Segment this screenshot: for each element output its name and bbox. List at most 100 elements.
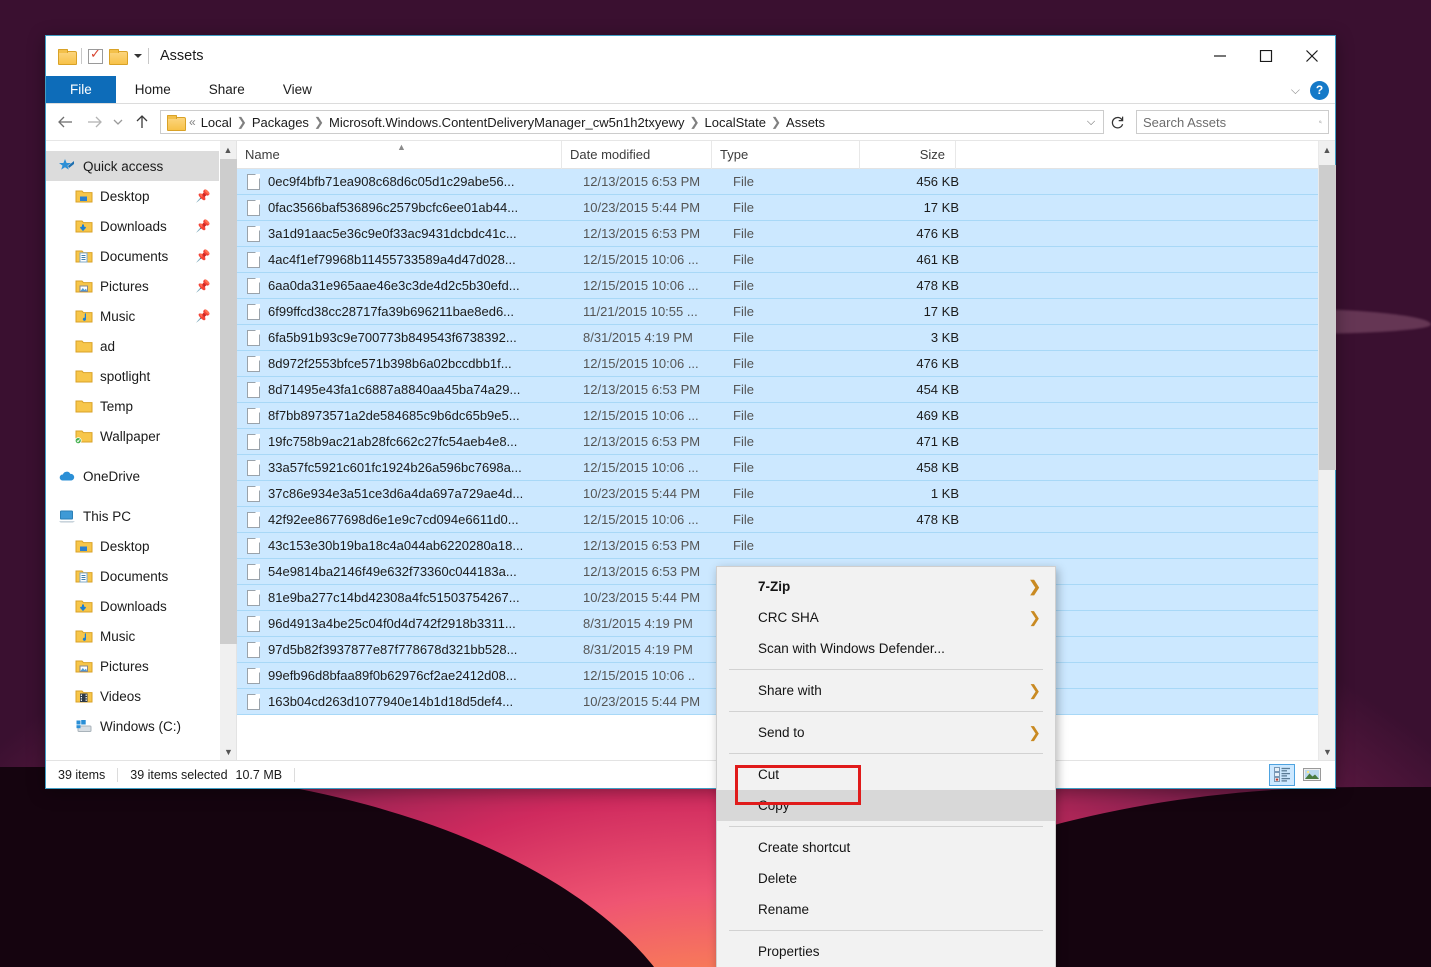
tab-share[interactable]: Share [190, 76, 264, 103]
table-row[interactable]: 43c153e30b19ba18c4a044ab6220280a18...12/… [237, 532, 1318, 559]
table-row[interactable]: 42f92ee8677698d6e1e9c7cd094e6611d0...12/… [237, 506, 1318, 533]
breadcrumb-item-assets[interactable]: Assets [782, 115, 829, 130]
breadcrumb-item-localstate[interactable]: LocalState [701, 115, 770, 130]
table-row[interactable]: 33a57fc5921c601fc1924b26a596bc7698a...12… [237, 454, 1318, 481]
sidebar-item-downloads[interactable]: Downloads 📌 [46, 211, 219, 241]
menu-item-rename[interactable]: Rename [717, 894, 1055, 925]
help-icon[interactable]: ? [1310, 81, 1329, 100]
breadcrumb-separator[interactable]: ❯ [770, 115, 782, 129]
sidebar-item-this-pc[interactable]: This PC [46, 501, 219, 531]
menu-item-scan-with-windows-defender[interactable]: Scan with Windows Defender... [717, 633, 1055, 664]
scroll-up-icon[interactable]: ▲ [220, 141, 236, 158]
search-box[interactable] [1136, 110, 1329, 134]
column-header-size[interactable]: Size [860, 141, 956, 169]
scroll-down-icon[interactable]: ▼ [1319, 743, 1336, 760]
breadcrumb-bar[interactable]: « Local ❯ Packages ❯ Microsoft.Windows.C… [160, 110, 1104, 134]
forward-arrow-icon[interactable] [80, 108, 108, 136]
scrollbar-thumb[interactable] [1319, 165, 1336, 470]
folder-icon[interactable] [58, 49, 75, 63]
breadcrumb-item-packages[interactable]: Packages [248, 115, 313, 130]
sidebar-item-pc-videos[interactable]: Videos [46, 681, 219, 711]
sidebar-item-temp[interactable]: Temp [46, 391, 219, 421]
recent-locations-icon[interactable] [108, 108, 128, 136]
breadcrumb-overflow-icon[interactable]: « [188, 115, 197, 129]
back-arrow-icon[interactable] [52, 108, 80, 136]
sidebar-item-ad[interactable]: ad [46, 331, 219, 361]
up-arrow-icon[interactable] [128, 108, 156, 136]
table-row[interactable]: 4ac4f1ef79968b11455733589a4d47d028...12/… [237, 246, 1318, 273]
sidebar-item-pc-downloads[interactable]: Downloads [46, 591, 219, 621]
details-view-button[interactable] [1269, 764, 1295, 786]
pin-icon[interactable]: 📌 [195, 189, 211, 203]
breadcrumb-item-local[interactable]: Local [197, 115, 236, 130]
table-row[interactable]: 19fc758b9ac21ab28fc662c27fc54aeb4e8...12… [237, 428, 1318, 455]
scrollbar-thumb[interactable] [220, 159, 237, 644]
tab-view[interactable]: View [264, 76, 331, 103]
sidebar-item-documents[interactable]: Documents 📌 [46, 241, 219, 271]
pin-icon[interactable]: 📌 [195, 249, 211, 263]
sidebar-item-spotlight[interactable]: spotlight [46, 361, 219, 391]
sidebar-item-pc-music[interactable]: Music [46, 621, 219, 651]
pin-icon[interactable]: 📌 [195, 279, 211, 293]
breadcrumb-separator[interactable]: ❯ [236, 115, 248, 129]
maximize-button[interactable] [1243, 36, 1289, 76]
table-row[interactable]: 37c86e934e3a51ce3d6a4da697a729ae4d...10/… [237, 480, 1318, 507]
sidebar-item-pictures[interactable]: Pictures 📌 [46, 271, 219, 301]
breadcrumb-item-package[interactable]: Microsoft.Windows.ContentDeliveryManager… [325, 115, 688, 130]
table-row[interactable]: 8d71495e43fa1c6887a8840aa45ba74a29...12/… [237, 376, 1318, 403]
scroll-up-icon[interactable]: ▲ [1319, 141, 1335, 158]
file-list-scrollbar[interactable]: ▲ ▼ [1318, 141, 1335, 760]
menu-item-crc-sha[interactable]: CRC SHA❯ [717, 602, 1055, 633]
search-input[interactable] [1143, 115, 1319, 130]
menu-item-properties[interactable]: Properties [717, 936, 1055, 967]
menu-item-create-shortcut[interactable]: Create shortcut [717, 832, 1055, 863]
sidebar-item-pc-documents[interactable]: Documents [46, 561, 219, 591]
sidebar-item-desktop[interactable]: Desktop 📌 [46, 181, 219, 211]
file-date-modified: 12/13/2015 6:53 PM [575, 564, 725, 579]
breadcrumb-separator[interactable]: ❯ [313, 115, 325, 129]
menu-item-copy[interactable]: Copy [717, 790, 1055, 821]
sidebar-item-onedrive[interactable]: OneDrive [46, 461, 219, 491]
table-row[interactable]: 0fac3566baf536896c2579bcfc6ee01ab44...10… [237, 194, 1318, 221]
large-icons-view-button[interactable] [1299, 764, 1325, 786]
table-row[interactable]: 6aa0da31e965aae46e3c3de4d2c5b30efd...12/… [237, 272, 1318, 299]
menu-item-share-with[interactable]: Share with❯ [717, 675, 1055, 706]
breadcrumb-dropdown-icon[interactable]: ⌵ [1081, 116, 1101, 129]
pin-icon[interactable]: 📌 [195, 219, 211, 233]
customize-dropdown-icon[interactable] [134, 54, 142, 58]
sidebar-item-quick-access[interactable]: Quick access [46, 151, 219, 181]
menu-item-send-to[interactable]: Send to❯ [717, 717, 1055, 748]
menu-item-cut[interactable]: Cut [717, 759, 1055, 790]
sidebar-item-wallpaper[interactable]: Wallpaper [46, 421, 219, 451]
sidebar-item-music[interactable]: Music 📌 [46, 301, 219, 331]
table-row[interactable]: 6f99ffcd38cc28717fa39b696211bae8ed6...11… [237, 298, 1318, 325]
breadcrumb-separator[interactable]: ❯ [688, 115, 700, 129]
close-button[interactable] [1289, 36, 1335, 76]
column-header-date-modified[interactable]: Date modified [562, 141, 712, 169]
file-name: 42f92ee8677698d6e1e9c7cd094e6611d0... [268, 512, 575, 527]
refresh-icon[interactable] [1104, 115, 1130, 130]
sidebar-item-pc-desktop[interactable]: Desktop [46, 531, 219, 561]
table-row[interactable]: 3a1d91aac5e36c9e0f33ac9431dcbdc41c...12/… [237, 220, 1318, 247]
scroll-down-icon[interactable]: ▼ [220, 743, 237, 760]
minimize-button[interactable] [1197, 36, 1243, 76]
table-row[interactable]: 8f7bb8973571a2de584685c9b6dc65b9e5...12/… [237, 402, 1318, 429]
column-header-name[interactable]: Name ▲ [237, 141, 562, 169]
table-row[interactable]: 8d972f2553bfce571b398b6a02bccdbb1f...12/… [237, 350, 1318, 377]
navigation-pane-scrollbar[interactable]: ▲ ▼ [219, 141, 236, 760]
properties-icon[interactable] [88, 49, 103, 64]
tab-home[interactable]: Home [116, 76, 190, 103]
sidebar-item-windows-c[interactable]: Windows (C:) [46, 711, 219, 741]
chevron-down-icon[interactable]: ⌵ [1291, 83, 1300, 98]
column-header-type[interactable]: Type [712, 141, 860, 169]
tab-file[interactable]: File [46, 76, 116, 103]
table-row[interactable]: 6fa5b91b93c9e700773b849543f6738392...8/3… [237, 324, 1318, 351]
menu-item-7-zip[interactable]: 7-Zip❯ [717, 571, 1055, 602]
new-folder-icon[interactable] [109, 49, 126, 63]
pin-icon[interactable]: 📌 [195, 309, 211, 323]
table-row[interactable]: 0ec9f4bfb71ea908c68d6c05d1c29abe56...12/… [237, 169, 1318, 195]
menu-item-delete[interactable]: Delete [717, 863, 1055, 894]
sidebar-item-pc-pictures[interactable]: Pictures [46, 651, 219, 681]
drive-windows-icon [75, 718, 93, 734]
file-name: 6f99ffcd38cc28717fa39b696211bae8ed6... [268, 304, 575, 319]
